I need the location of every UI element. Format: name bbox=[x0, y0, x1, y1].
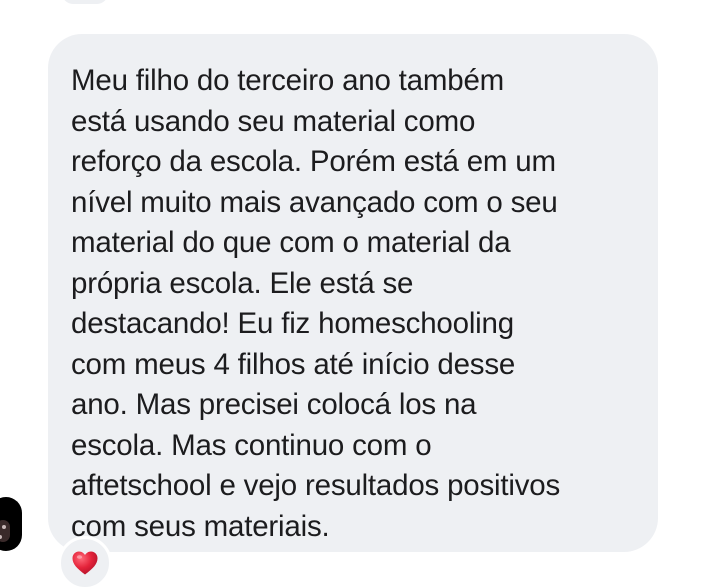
previous-message-bubble[interactable] bbox=[62, 0, 108, 4]
message-bubble[interactable]: Meu filho do terceiro ano também está us… bbox=[48, 34, 658, 552]
reaction-badge[interactable] bbox=[58, 536, 112, 588]
sender-avatar[interactable] bbox=[0, 497, 22, 551]
chat-view: Meu filho do terceiro ano também está us… bbox=[0, 0, 703, 588]
message-text: Meu filho do terceiro ano também está us… bbox=[71, 64, 561, 543]
avatar-detail bbox=[2, 525, 6, 529]
heart-icon bbox=[72, 551, 98, 575]
avatar-face bbox=[0, 520, 10, 542]
